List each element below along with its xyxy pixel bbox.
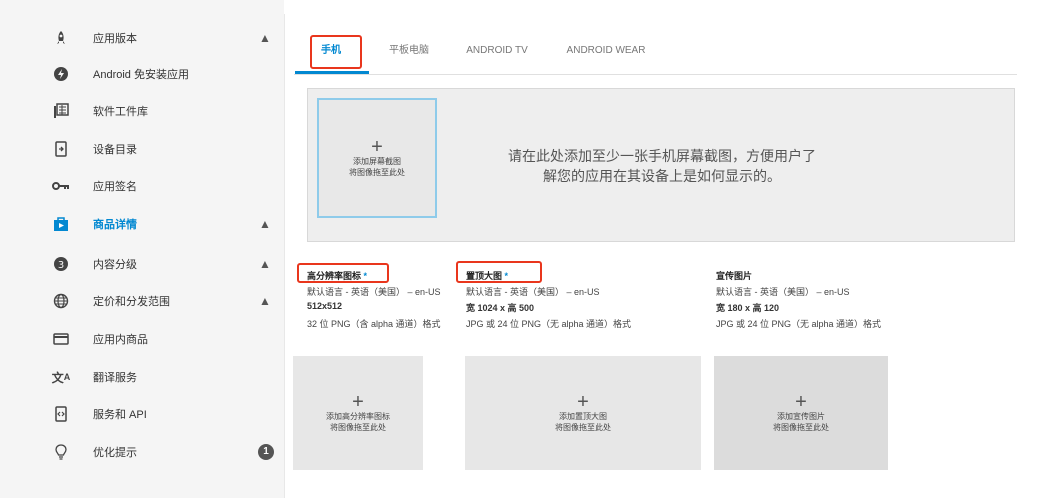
sidebar-item-label: 翻译服务 — [93, 372, 137, 384]
add-promo-graphic-button[interactable]: + 添加宣传图片 将图像拖至此处 — [714, 356, 888, 470]
active-tab-indicator — [295, 71, 369, 74]
asset-size: 宽 1024 x 高 500 — [466, 303, 535, 313]
sidebar-item-instant-apps[interactable]: Android 免安装应用 — [0, 55, 284, 93]
sidebar-item-label: 内容分级 — [93, 259, 137, 271]
warning-icon: ▲ — [259, 217, 271, 231]
asset-format: JPG 或 24 位 PNG（无 alpha 通道）格式 — [716, 319, 882, 329]
sidebar-item-optimization-tips[interactable]: 优化提示 1 — [0, 433, 284, 471]
add-screenshot-button[interactable]: + 添加屏幕截图 将图像拖至此处 — [317, 98, 437, 218]
warning-icon: ▲ — [259, 294, 271, 308]
api-icon — [52, 405, 70, 423]
rating-icon: 3 — [52, 255, 70, 273]
asset-title-promo-graphic: 宣传图片 — [716, 269, 752, 282]
asset-lang: 默认语言 - 英语（美国） – en-US — [716, 287, 850, 297]
highlight-box — [310, 35, 362, 69]
asset-lang: 默认语言 - 英语（美国） – en-US — [466, 287, 600, 297]
asset-format: JPG 或 24 位 PNG（无 alpha 通道）格式 — [466, 319, 632, 329]
sidebar-item-label: 软件工件库 — [93, 106, 148, 118]
rocket-icon — [52, 29, 70, 47]
sidebar-item-label: 应用签名 — [93, 181, 137, 193]
screenshot-hint: 请在此处添加至少一张手机屏幕截图，方便用户了 解您的应用在其设备上是如何显示的。 — [462, 146, 862, 186]
highlight-box — [456, 261, 542, 283]
add-feature-graphic-button[interactable]: + 添加置顶大图 将图像拖至此处 — [465, 356, 701, 470]
drop-label: 添加屏幕截图 — [353, 157, 401, 166]
globe-icon — [52, 292, 70, 310]
sidebar-item-store-listing[interactable]: 商品详情 ▲ — [0, 205, 284, 243]
sidebar-item-label: 设备目录 — [93, 144, 137, 156]
warning-icon: ▲ — [259, 257, 271, 271]
asset-size: 宽 180 x 高 120 — [716, 303, 780, 313]
asset-title-text: 宣传图片 — [716, 271, 753, 281]
plus-icon: + — [795, 391, 807, 413]
drop-hint: 将图像拖至此处 — [330, 423, 386, 432]
sidebar-item-app-signing[interactable]: 应用签名 — [0, 167, 284, 205]
sidebar-item-pricing-distribution[interactable]: 定价和分发范围 ▲ — [0, 282, 284, 320]
tab-android-wear[interactable]: ANDROID WEAR — [558, 24, 654, 74]
sidebar-item-label: 优化提示 — [93, 447, 137, 459]
svg-text:3: 3 — [58, 260, 64, 271]
sidebar-item-app-releases[interactable]: 应用版本 ▲ — [0, 19, 284, 57]
library-icon — [52, 102, 70, 120]
sidebar-item-label: 定价和分发范围 — [93, 296, 170, 308]
asset-format: 32 位 PNG（含 alpha 通道）格式 — [307, 319, 441, 329]
device-tabs: 手机 平板电脑 ANDROID TV ANDROID WEAR — [294, 24, 1017, 75]
sidebar-item-artifact-library[interactable]: 软件工件库 — [0, 92, 284, 130]
highlight-box — [297, 263, 389, 283]
sidebar-item-label: 应用版本 — [93, 33, 137, 45]
sidebar-item-services-api[interactable]: 服务和 API — [0, 395, 284, 433]
tab-tablet[interactable]: 平板电脑 — [374, 24, 444, 74]
drop-hint: 将图像拖至此处 — [555, 423, 611, 432]
sidebar-item-translation[interactable]: 文A 翻译服务 — [0, 358, 284, 396]
plus-icon: + — [352, 391, 364, 413]
sidebar: 应用版本 ▲ Android 免安装应用 软件工件库 设备目录 应用签名 商品详… — [0, 0, 284, 498]
hint-line: 解您的应用在其设备上是如何显示的。 — [543, 168, 781, 184]
tab-android-tv[interactable]: ANDROID TV — [456, 24, 538, 74]
plus-icon: + — [577, 391, 589, 413]
drop-label: 添加置顶大图 — [559, 412, 607, 421]
instant-app-icon — [52, 65, 70, 83]
sidebar-item-in-app-products[interactable]: 应用内商品 — [0, 320, 284, 358]
store-icon — [52, 215, 70, 233]
sidebar-item-device-catalog[interactable]: 设备目录 — [0, 130, 284, 168]
sidebar-item-label: Android 免安装应用 — [93, 69, 189, 81]
asset-size: 512x512 — [307, 301, 343, 311]
warning-icon: ▲ — [259, 31, 271, 45]
key-icon — [52, 177, 70, 195]
add-hi-res-icon-button[interactable]: + 添加高分辨率图标 将图像拖至此处 — [293, 356, 423, 470]
hint-line: 请在此处添加至少一张手机屏幕截图，方便用户了 — [508, 148, 816, 164]
sidebar-item-label: 商品详情 — [93, 219, 137, 231]
sidebar-item-content-rating[interactable]: 3 内容分级 ▲ — [0, 245, 284, 283]
sidebar-item-label: 服务和 API — [93, 409, 147, 421]
card-icon — [52, 330, 70, 348]
asset-lang: 默认语言 - 英语（美国） – en-US — [307, 287, 441, 297]
drop-label: 添加宣传图片 — [777, 412, 825, 421]
drop-hint: 将图像拖至此处 — [349, 168, 405, 177]
notification-badge: 1 — [258, 444, 274, 460]
device-icon — [52, 140, 70, 158]
sidebar-item-label: 应用内商品 — [93, 334, 148, 346]
drop-label: 添加高分辨率图标 — [326, 412, 390, 421]
translate-icon: 文A — [51, 370, 71, 385]
lightbulb-icon — [52, 443, 70, 461]
drop-hint: 将图像拖至此处 — [773, 423, 829, 432]
plus-icon: + — [371, 136, 383, 158]
